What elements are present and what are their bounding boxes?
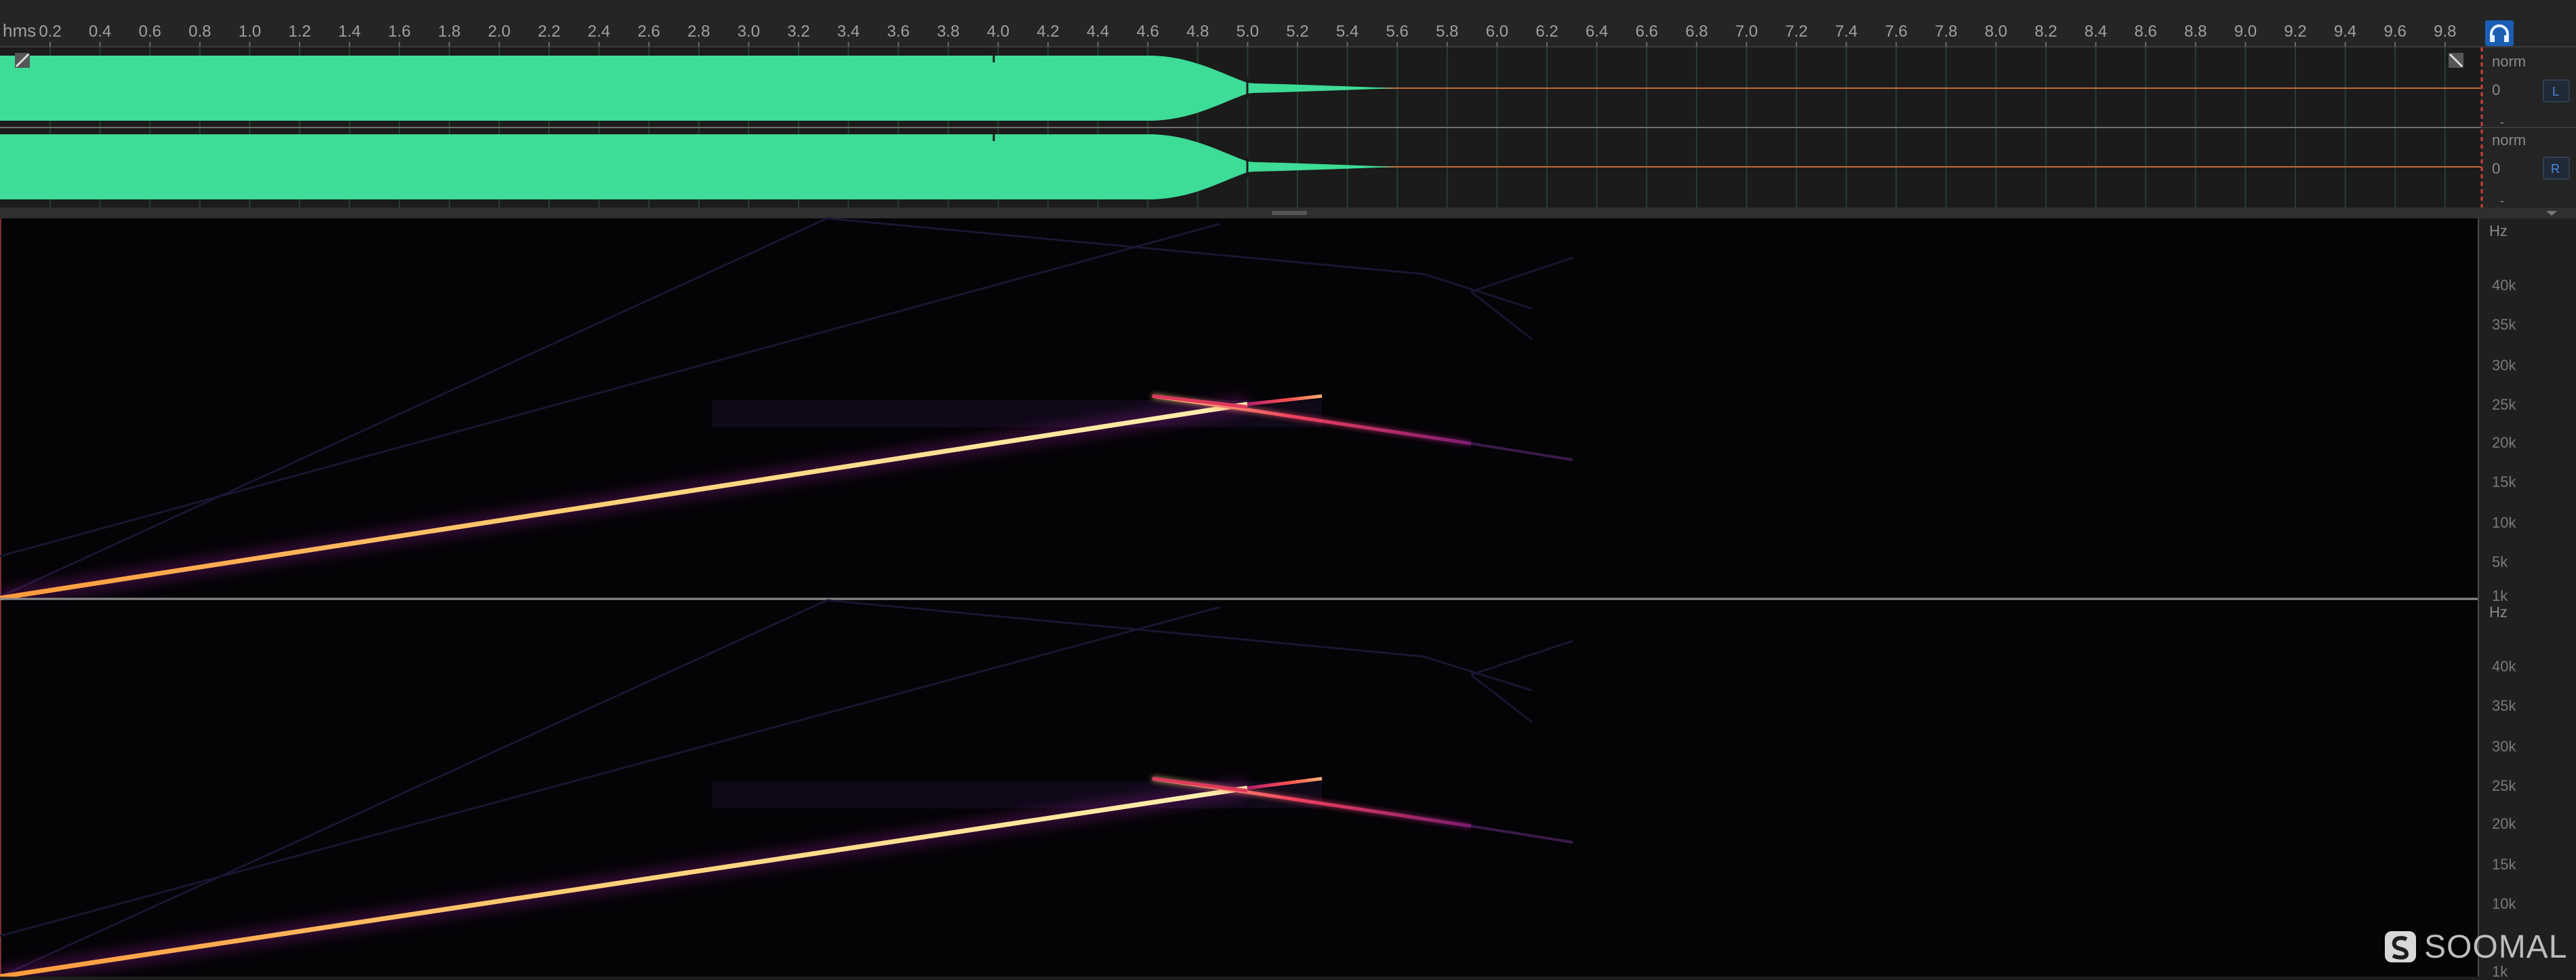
ruler-tick-label: 6.0 <box>1486 22 1508 41</box>
audio-editor: hms 0.2 0.4 0.6 0.8 1.0 1.2 1.4 1.6 1.8 2.0 2.2 2.4… <box>0 0 2576 980</box>
ruler-tick-label: 1.8 <box>438 22 460 41</box>
ruler-tick-label: 4.6 <box>1137 22 1159 41</box>
ruler-tick-label: 8.0 <box>1985 22 2007 41</box>
ruler-tick-label: 1.4 <box>338 22 361 41</box>
ruler-tick-label: 0.8 <box>188 22 211 41</box>
ruler-tick-label: 5.2 <box>1286 22 1308 41</box>
ruler-tick-label: 0.4 <box>89 22 111 41</box>
hz-label-left: Hz <box>2489 222 2508 239</box>
ruler-tick-label: 7.8 <box>1935 22 1957 41</box>
freq-label: 20k <box>2492 815 2516 832</box>
zero-label-left: 0 <box>2492 81 2500 98</box>
ruler-tick-label: 2.4 <box>588 22 610 41</box>
ruler-tick-label: 1.0 <box>239 22 261 41</box>
channel-left-button[interactable]: L <box>2543 79 2570 102</box>
ruler-tick-label: 8.4 <box>2085 22 2107 41</box>
freq-label: 30k <box>2492 357 2516 374</box>
ruler-tick-label: 5.0 <box>1236 22 1259 41</box>
ruler-tick-label: 6.6 <box>1636 22 1658 41</box>
freq-label: 1k <box>2492 587 2508 604</box>
ruler-tick-label: 2.2 <box>538 22 560 41</box>
time-ruler[interactable]: hms 0.2 0.4 0.6 0.8 1.0 1.2 1.4 1.6 1.8 2.0 2.2 2.4… <box>0 0 2576 47</box>
zero-label-right: 0 <box>2492 160 2500 177</box>
hz-label-right: Hz <box>2489 604 2508 621</box>
ruler-tick-label: 1.2 <box>288 22 310 41</box>
freq-label: 15k <box>2492 856 2516 873</box>
ruler-tick-label: 9.4 <box>2334 22 2356 41</box>
ruler-tick-label: 0.6 <box>139 22 161 41</box>
waveform-right <box>0 134 1396 199</box>
ruler-tick-label: 2.0 <box>488 22 510 41</box>
ruler-tick-label: 4.4 <box>1087 22 1109 41</box>
freq-label: 20k <box>2492 434 2516 451</box>
channel-right-button[interactable]: R <box>2543 157 2570 180</box>
spectrogram-channel-right[interactable] <box>0 599 2478 980</box>
ruler-tick-label: 4.0 <box>987 22 1009 41</box>
waveform-scale: norm 0 - L norm 0 - R <box>2480 47 2576 208</box>
ruler-tick-label: 9.2 <box>2284 22 2306 41</box>
ruler-tick-label: 6.4 <box>1586 22 1608 41</box>
ruler-tick-label: 1.6 <box>388 22 411 41</box>
ruler-tick-label: 7.6 <box>1885 22 1908 41</box>
ruler-tick-label: 6.8 <box>1685 22 1708 41</box>
freq-label: 25k <box>2492 396 2516 413</box>
freq-label: 35k <box>2492 697 2516 714</box>
ruler-tick-label: 3.4 <box>837 22 860 41</box>
ruler-tick-label: 6.2 <box>1535 22 1558 41</box>
ruler-unit-label: hms <box>3 20 36 41</box>
ruler-tick-label: 4.2 <box>1037 22 1059 41</box>
waveform-panel[interactable] <box>0 47 2481 208</box>
waveform-left <box>0 56 1396 121</box>
freq-label: 10k <box>2492 895 2516 912</box>
norm-label-right: norm <box>2492 132 2526 149</box>
freq-label: 40k <box>2492 658 2516 675</box>
freq-label: 10k <box>2492 514 2516 531</box>
ruler-tick-label: 8.8 <box>2184 22 2207 41</box>
ruler-tick-label: 2.8 <box>687 22 710 41</box>
spectrogram-channel-left[interactable] <box>0 217 2478 607</box>
ruler-tick-label: 3.0 <box>738 22 760 41</box>
freq-label: 35k <box>2492 316 2516 333</box>
headphones-icon[interactable] <box>2485 20 2514 46</box>
ruler-tick-label: 5.6 <box>1386 22 1409 41</box>
freq-label: 30k <box>2492 738 2516 755</box>
ruler-tick-label: 3.6 <box>887 22 910 41</box>
ruler-tick-label: 7.0 <box>1735 22 1758 41</box>
spectrogram-scale: Hz 40k 35k 30k 25k 20k 15k 10k 5k 1k Hz 40k 35k 30… <box>2478 218 2576 980</box>
soomal-watermark: SOOMAL <box>2383 928 2567 966</box>
ruler-tick-label: 5.8 <box>1436 22 1458 41</box>
watermark-text: SOOMAL <box>2424 928 2568 965</box>
ruler-tick-label: 5.4 <box>1336 22 1359 41</box>
channel-left-label: L <box>2552 85 2559 98</box>
freq-label: 25k <box>2492 777 2516 794</box>
ruler-tick-label: 9.6 <box>2384 22 2407 41</box>
ruler-tick-label: 8.2 <box>2034 22 2057 41</box>
editor-canvas: hms 0.2 0.4 0.6 0.8 1.0 1.2 1.4 1.6 1.8 2.0 2.2 2.4… <box>0 0 2576 980</box>
ruler-tick-label: 4.8 <box>1186 22 1209 41</box>
ruler-tick-label: 9.8 <box>2434 22 2456 41</box>
ruler-tick-label: 0.2 <box>39 22 61 41</box>
soomal-logo-icon <box>2385 931 2416 962</box>
freq-label: 15k <box>2492 473 2516 490</box>
freq-label: 5k <box>2492 553 2508 570</box>
ruler-tick-label: 3.2 <box>787 22 809 41</box>
ruler-tick-label: 2.6 <box>638 22 660 41</box>
norm-label-left: norm <box>2492 53 2526 70</box>
ruler-tick-label: 7.2 <box>1785 22 1807 41</box>
ruler-tick-label: 7.4 <box>1835 22 1857 41</box>
ruler-tick-label: 9.0 <box>2234 22 2257 41</box>
freq-label: 40k <box>2492 277 2516 294</box>
panel-splitter[interactable] <box>0 208 2576 218</box>
channel-right-label: R <box>2551 162 2560 176</box>
bottom-label-right: - <box>2500 194 2504 208</box>
ruler-tick-label: 8.6 <box>2135 22 2157 41</box>
ruler-tick-label: 3.8 <box>937 22 959 41</box>
